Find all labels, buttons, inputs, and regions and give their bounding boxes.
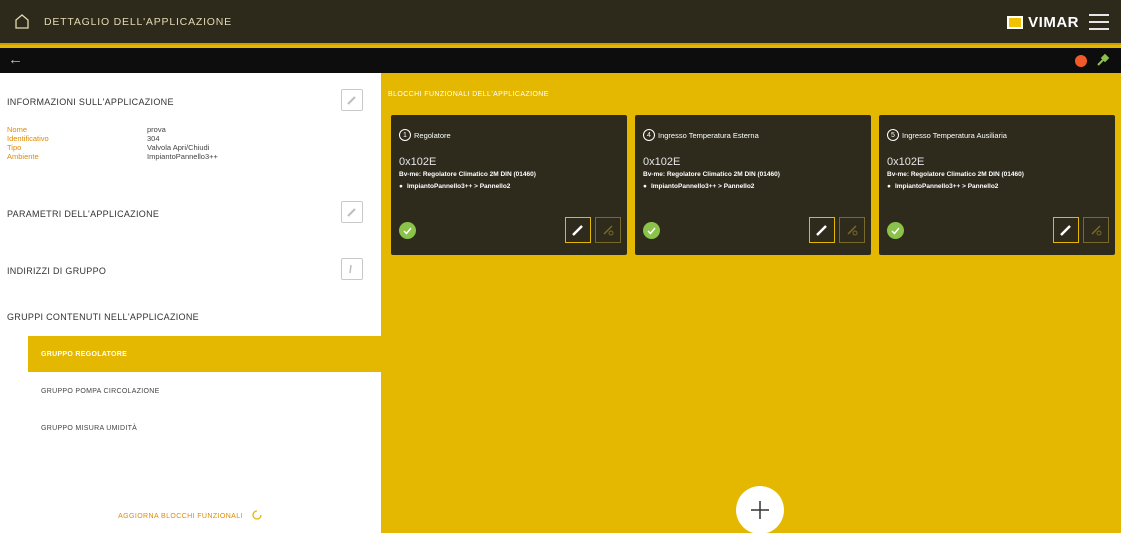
info-row: Nome prova xyxy=(7,125,218,134)
block-device: Bv-me: Regolatore Climatico 2M DIN (0146… xyxy=(643,171,780,178)
link-block-button[interactable] xyxy=(839,217,865,243)
block-device: Bv-me: Regolatore Climatico 2M DIN (0146… xyxy=(887,171,1024,178)
info-key: Tipo xyxy=(7,143,22,152)
update-blocks-label: AGGIORNA BLOCCHI FUNZIONALI xyxy=(118,512,243,520)
left-panel: INFORMAZIONI SULL'APPLICAZIONE Nome prova… xyxy=(0,73,381,533)
card-header: 1 Regolatore xyxy=(399,129,451,141)
info-row: Tipo Valvola Apri/Chiudi xyxy=(7,143,218,152)
info-key: Identificativo xyxy=(7,134,49,143)
block-location: ● ImpiantoPannello3++ > Pannello2 xyxy=(643,183,754,190)
check-icon xyxy=(399,222,416,239)
edit-block-button[interactable] xyxy=(565,217,591,243)
edit-block-button[interactable] xyxy=(809,217,835,243)
location-pin-icon: ● xyxy=(643,183,647,190)
edit-addresses-button[interactable] xyxy=(341,258,363,280)
location-pin-icon: ● xyxy=(399,183,403,190)
block-location: ● ImpiantoPannello3++ > Pannello2 xyxy=(399,183,510,190)
edit-info-button[interactable] xyxy=(341,89,363,111)
info-key: Nome xyxy=(7,125,28,134)
back-arrow-icon[interactable]: ← xyxy=(8,51,23,68)
refresh-icon xyxy=(251,509,263,523)
add-block-button[interactable] xyxy=(736,486,784,533)
block-number: 5 xyxy=(887,129,899,141)
link-block-button[interactable] xyxy=(1083,217,1109,243)
block-location: ● ImpiantoPannello3++ > Pannello2 xyxy=(887,183,998,190)
info-value: prova xyxy=(147,125,166,134)
block-address: 0x102E xyxy=(399,156,437,168)
plug-icon[interactable] xyxy=(1095,52,1111,68)
addresses-section-title: INDIRIZZI DI GRUPPO xyxy=(7,266,107,276)
blocks-section-title: BLOCCHI FUNZIONALI DELL'APPLICAZIONE xyxy=(388,91,549,98)
info-value: Valvola Apri/Chiudi xyxy=(147,143,210,152)
check-icon xyxy=(887,222,904,239)
block-number: 1 xyxy=(399,129,411,141)
sub-bar: ← xyxy=(0,48,1121,73)
group-item[interactable]: GRUPPO POMPA CIRCOLAZIONE xyxy=(28,373,381,409)
update-blocks-button[interactable]: AGGIORNA BLOCCHI FUNZIONALI xyxy=(0,509,381,523)
groups-section-title: GRUPPI CONTENUTI NELL'APPLICAZIONE xyxy=(7,312,199,322)
check-icon xyxy=(643,222,660,239)
block-location-text: ImpiantoPannello3++ > Pannello2 xyxy=(650,183,755,190)
block-name: Regolatore xyxy=(414,130,451,140)
link-block-button[interactable] xyxy=(595,217,621,243)
info-value: 304 xyxy=(147,134,160,143)
status-dot-icon xyxy=(1075,55,1087,67)
block-device: Bv-me: Regolatore Climatico 2M DIN (0146… xyxy=(399,171,536,178)
block-location-text: ImpiantoPannello3++ > Pannello2 xyxy=(894,183,999,190)
function-block-card[interactable]: 4 Ingresso Temperatura Esterna 0x102E Bv… xyxy=(635,115,871,255)
page-title: DETTAGLIO DELL'APPLICAZIONE xyxy=(44,15,232,28)
block-number: 4 xyxy=(643,129,655,141)
info-list: Nome prova Identificativo 304 Tipo Valvola … xyxy=(7,125,218,161)
logo-icon xyxy=(1007,16,1024,29)
edit-block-button[interactable] xyxy=(1053,217,1079,243)
function-block-card[interactable]: 5 Ingresso Temperatura Ausiliaria 0x102E… xyxy=(879,115,1115,255)
card-header: 4 Ingresso Temperatura Esterna xyxy=(643,129,759,141)
block-address: 0x102E xyxy=(643,156,681,168)
info-row: Identificativo 304 xyxy=(7,134,218,143)
info-section-title: INFORMAZIONI SULL'APPLICAZIONE xyxy=(7,97,174,107)
block-location-text: ImpiantoPannello3++ > Pannello2 xyxy=(406,183,511,190)
info-row: Ambiente ImpiantoPannello3++ xyxy=(7,152,218,161)
menu-icon[interactable] xyxy=(1089,14,1109,30)
location-pin-icon: ● xyxy=(887,183,891,190)
info-value: ImpiantoPannello3++ xyxy=(147,152,218,161)
block-name: Ingresso Temperatura Esterna xyxy=(658,130,759,140)
brand-logo: VIMAR xyxy=(1007,14,1079,31)
edit-params-button[interactable] xyxy=(341,201,363,223)
brand-name: VIMAR xyxy=(1028,14,1079,31)
block-address: 0x102E xyxy=(887,156,925,168)
block-name: Ingresso Temperatura Ausiliaria xyxy=(902,130,1007,140)
card-header: 5 Ingresso Temperatura Ausiliaria xyxy=(887,129,1007,141)
info-key: Ambiente xyxy=(7,152,39,161)
top-bar: DETTAGLIO DELL'APPLICAZIONE VIMAR xyxy=(0,0,1121,45)
group-item[interactable]: GRUPPO REGOLATORE xyxy=(28,336,381,372)
params-section-title: PARAMETRI DELL'APPLICAZIONE xyxy=(7,209,160,219)
plus-icon xyxy=(751,501,769,519)
function-block-card[interactable]: 1 Regolatore 0x102E Bv-me: Regolatore Cl… xyxy=(391,115,627,255)
group-item[interactable]: GRUPPO MISURA UMIDITÀ xyxy=(28,410,381,446)
home-icon[interactable] xyxy=(14,14,30,30)
